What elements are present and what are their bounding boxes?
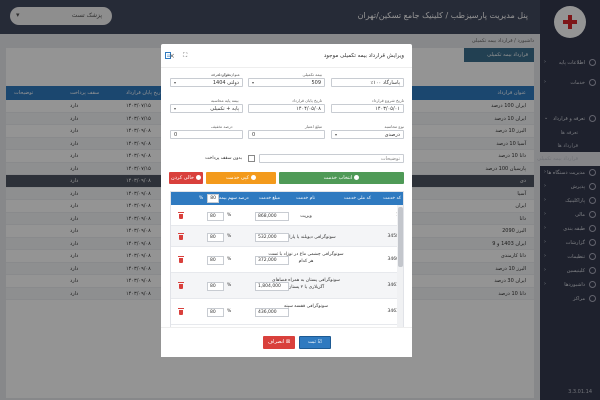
tariff-label: عنوان تعرفه (211, 72, 232, 77)
insurance-label: بیمه تکمیلی (302, 72, 322, 77)
base-insurance-value: پایه + تکمیلی (210, 106, 239, 112)
trash-icon[interactable] (178, 308, 184, 315)
button-label: انتخاب خدمت (323, 175, 353, 181)
column-header-pct: % (199, 196, 204, 201)
percent-sign: % (227, 309, 232, 314)
credit-amount-label: مبلغ اعتبار (304, 124, 322, 129)
service-price-input[interactable]: 436,000 (255, 308, 289, 317)
chevron-down-icon: ▾ (252, 80, 255, 85)
trash-icon[interactable] (178, 212, 184, 219)
service-row: 3460 سونوگرافی چشمی ماغ در نوزاد با تست ه… (171, 247, 403, 273)
button-label: ثبت (308, 339, 316, 345)
trash-icon[interactable] (178, 282, 184, 289)
service-price-input[interactable]: 1,804,000 (255, 282, 289, 291)
percent-sign: % (227, 213, 232, 218)
tariff-select[interactable]: ▾ دولتی 1404 (170, 78, 243, 87)
select-service-button[interactable]: انتخاب خدمت (279, 172, 404, 184)
base-insurance-label: بیمه پایه محاسبه (211, 98, 239, 103)
trash-icon[interactable] (178, 256, 184, 263)
close-icon[interactable]: × (169, 52, 175, 60)
tariff-value: دولتی 1404 (212, 80, 239, 86)
service-share-input[interactable]: 80 (207, 256, 224, 265)
scrollbar-thumb[interactable] (398, 207, 403, 267)
service-row: 1ویزیت868,000%80 (171, 205, 403, 226)
no-cap-checkbox[interactable] (248, 155, 255, 162)
expand-icon[interactable]: ⛶ (183, 52, 187, 60)
service-share-input[interactable]: 80 (207, 212, 224, 221)
no-cap-label: بدون سقف پرداخت (205, 156, 242, 161)
button-label: انصراف (267, 339, 285, 345)
service-share-input[interactable]: 80 (207, 308, 224, 317)
percent-sign: % (227, 283, 232, 288)
chevron-down-icon: ▾ (335, 132, 338, 137)
contract-title-field[interactable]: پاسارگاد ۱۰۰٪ (331, 78, 404, 87)
discount-label: درصد تخفیف (211, 124, 233, 129)
services-table: کد خدمت کد ملی خدمت نام خدمت مبلغ خدمت د… (170, 191, 404, 341)
modal-title: ویرایش قرارداد بیمه تکمیلی موجود (323, 53, 404, 59)
end-date-field[interactable]: ۱۴۰۴/۰۵/۰۸ (248, 104, 325, 113)
description-field[interactable]: توضیحات (259, 154, 404, 163)
column-header-price: مبلغ خدمت (259, 196, 281, 201)
column-header-national-code: کد ملی خدمت (344, 196, 371, 201)
service-price-input[interactable]: 868,000 (255, 212, 289, 221)
plus-icon (354, 175, 360, 180)
service-share-input[interactable]: 80 (207, 282, 224, 291)
start-date-field[interactable]: ۱۴۰۳/۰۵/۰۱ (331, 104, 404, 113)
calc-type-select[interactable]: ▾ درصدی (331, 130, 404, 139)
percent-sign: % (227, 257, 232, 262)
check-icon: ☑ (315, 339, 322, 345)
percent-sign: % (227, 234, 232, 239)
trash-icon[interactable] (178, 233, 184, 240)
chevron-down-icon: ▾ (174, 80, 177, 85)
service-price-input[interactable]: 372,000 (255, 256, 289, 265)
share-default-input[interactable]: 80 (207, 194, 219, 203)
trash-icon (195, 175, 201, 180)
calc-type-label: نوع محاسبه (384, 124, 404, 129)
end-date-label: تاریخ پایان قرارداد (292, 98, 322, 103)
service-price-input[interactable]: 532,000 (255, 233, 289, 242)
insurance-value: 509 (311, 80, 321, 86)
edit-contract-modal: ویرایش قرارداد بیمه تکمیلی موجود × ⛶ عنو… (161, 44, 412, 357)
save-button[interactable]: ☑ ثبت (299, 336, 331, 349)
copy-icon (250, 175, 256, 180)
base-insurance-select[interactable]: ▾ پایه + تکمیلی (170, 104, 243, 113)
insurance-select[interactable]: ▾ 509 (248, 78, 325, 87)
chevron-down-icon: ▾ (174, 106, 177, 111)
services-table-header: کد خدمت کد ملی خدمت نام خدمت مبلغ خدمت د… (171, 192, 403, 205)
calc-type-value: درصدی (384, 132, 400, 138)
service-share-input[interactable]: 80 (207, 233, 224, 242)
credit-amount-field[interactable]: 0 (248, 130, 325, 139)
modal-footer: ☑ ثبت ⊠ انصراف (161, 327, 412, 357)
clear-list-button[interactable]: خالی کردن لیست (169, 172, 203, 193)
modal-header: ویرایش قرارداد بیمه تکمیلی موجود × ⛶ (161, 44, 412, 68)
service-row: 3461 سونوگرافی پستان به همراه فضاهای آگزی… (171, 273, 403, 299)
cancel-button[interactable]: ⊠ انصراف (263, 336, 295, 349)
button-label: کپی خدمت (226, 175, 249, 181)
column-header-name: نام خدمت (296, 196, 315, 201)
close-icon: ⊠ (284, 339, 291, 345)
column-header-share: درصد سهم بیمه (219, 196, 249, 201)
service-row: 3458 سونوگرافی دیوبلند یا پارادیروئید 532,… (171, 226, 403, 247)
table-scrollbar[interactable] (397, 205, 403, 340)
start-date-label: تاریخ شروع قرارداد (371, 98, 404, 103)
service-row: 3463 سونوگرافی قفسه سینه 436,000% 80 (171, 299, 403, 325)
discount-field[interactable]: 0 (170, 130, 243, 139)
column-header-code: کد خدمت (383, 196, 401, 201)
copy-service-button[interactable]: کپی خدمت (206, 172, 276, 184)
